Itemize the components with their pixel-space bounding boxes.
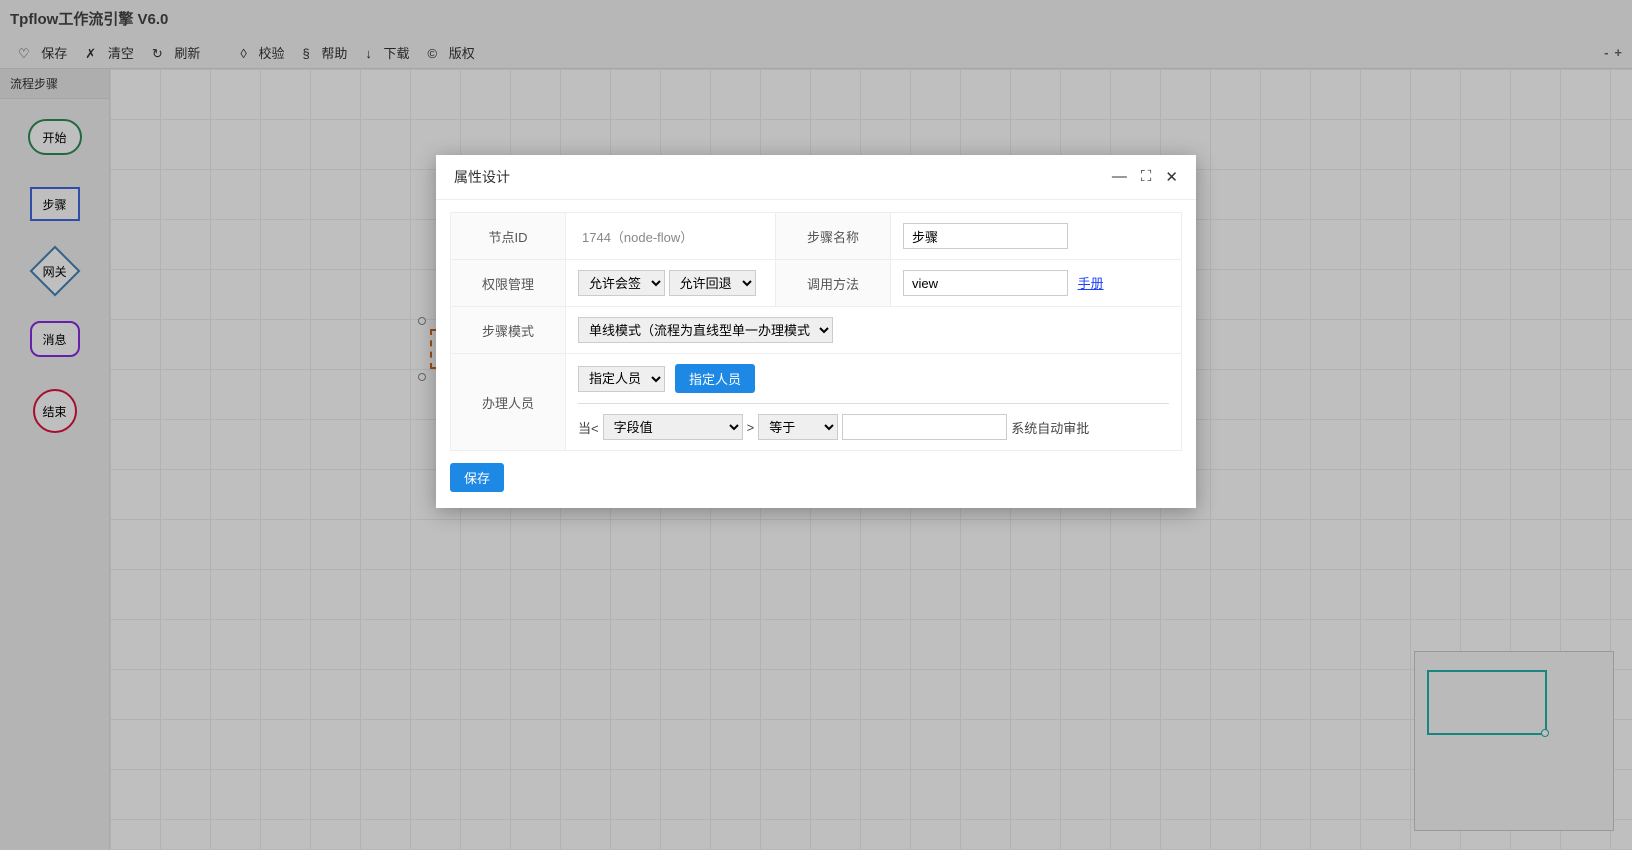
- dialog-body: 节点ID 1744（node-flow） 步骤名称 权限管理 允许会签 允许回退…: [436, 200, 1196, 508]
- handler-label: 办理人员: [451, 354, 566, 451]
- dialog-titlebar: 属性设计 — ⛶ ✕: [436, 155, 1196, 200]
- assign-handler-button[interactable]: 指定人员: [675, 364, 755, 393]
- cond-mid: >: [747, 420, 755, 435]
- property-dialog: 属性设计 — ⛶ ✕ 节点ID 1744（node-flow） 步骤名称 权限管…: [436, 155, 1196, 508]
- mode-select[interactable]: 单线模式（流程为直线型单一办理模式）: [578, 317, 833, 343]
- cond-field-select[interactable]: 字段值: [603, 414, 743, 440]
- permission-sign-select[interactable]: 允许会签: [578, 270, 665, 296]
- handler-type-select[interactable]: 指定人员: [578, 366, 665, 392]
- node-id-value: 1744（node-flow）: [578, 230, 693, 245]
- permission-return-select[interactable]: 允许回退: [669, 270, 756, 296]
- mode-label: 步骤模式: [451, 307, 566, 354]
- close-icon[interactable]: ✕: [1165, 168, 1178, 186]
- save-row: 保存: [450, 451, 1182, 496]
- dialog-save-button[interactable]: 保存: [450, 463, 504, 492]
- cond-op-select[interactable]: 等于: [758, 414, 838, 440]
- cond-prefix: 当<: [578, 418, 599, 437]
- modal-overlay: 属性设计 — ⛶ ✕ 节点ID 1744（node-flow） 步骤名称 权限管…: [0, 0, 1632, 850]
- node-id-label: 节点ID: [451, 213, 566, 260]
- condition-row: 当< 字段值 > 等于 系统自动审批: [578, 403, 1169, 440]
- manual-link[interactable]: 手册: [1078, 276, 1104, 291]
- permission-label: 权限管理: [451, 260, 566, 307]
- step-name-input[interactable]: [903, 223, 1068, 249]
- invoke-label: 调用方法: [776, 260, 891, 307]
- step-name-label: 步骤名称: [776, 213, 891, 260]
- cond-value-input[interactable]: [842, 414, 1007, 440]
- maximize-icon[interactable]: ⛶: [1141, 168, 1152, 186]
- form-table: 节点ID 1744（node-flow） 步骤名称 权限管理 允许会签 允许回退…: [450, 212, 1182, 451]
- handler-row: 指定人员 指定人员: [578, 364, 1169, 393]
- dialog-title: 属性设计: [454, 167, 510, 187]
- minimize-icon[interactable]: —: [1112, 168, 1127, 186]
- dialog-controls: — ⛶ ✕: [1112, 168, 1178, 186]
- invoke-input[interactable]: [903, 270, 1068, 296]
- cond-suffix: 系统自动审批: [1011, 418, 1089, 437]
